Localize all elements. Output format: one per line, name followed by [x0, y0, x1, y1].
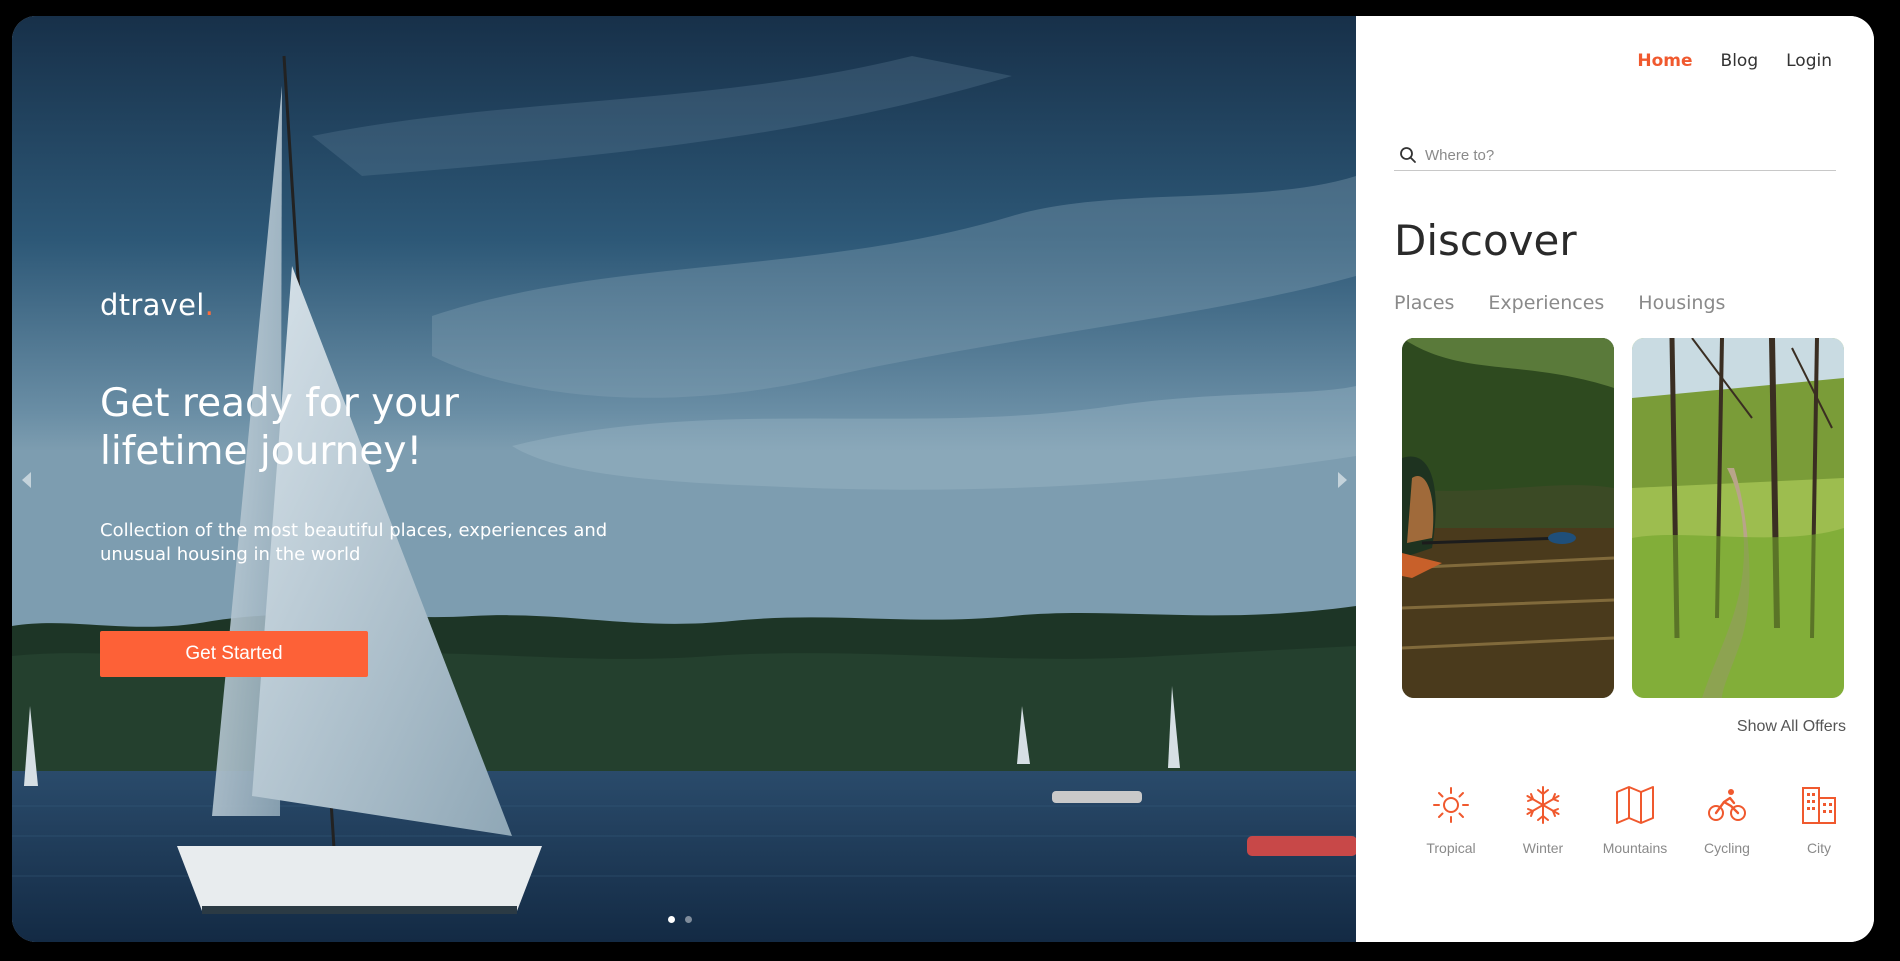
tab-experiences[interactable]: Experiences [1488, 292, 1604, 314]
category-label: Winter [1522, 840, 1564, 856]
category-city[interactable]: City [1784, 784, 1854, 856]
brand-name: dtravel [100, 288, 205, 322]
slider-dots [668, 916, 692, 923]
top-nav: Home Blog Login [1637, 51, 1832, 71]
category-tropical[interactable]: Tropical [1416, 784, 1486, 856]
hero-section: dtravel. Get ready for your lifetime jou… [12, 16, 1356, 942]
kayak-image [1402, 338, 1614, 698]
category-label: Tropical [1426, 840, 1476, 856]
app-frame: dtravel. Get ready for your lifetime jou… [12, 16, 1874, 942]
hero-headline: Get ready for your lifetime journey! [100, 381, 459, 474]
nav-blog-link[interactable]: Blog [1721, 51, 1759, 71]
category-label: Cycling [1704, 840, 1750, 856]
nav-login-link[interactable]: Login [1786, 51, 1832, 71]
category-winter[interactable]: Winter [1508, 784, 1578, 856]
discover-panel: Home Blog Login Discover Places Experien… [1356, 16, 1874, 942]
nav-home-link[interactable]: Home [1637, 51, 1692, 71]
brand-dot: . [204, 288, 215, 322]
tab-housings[interactable]: Housings [1638, 292, 1725, 314]
slider-next-icon[interactable] [1338, 472, 1347, 488]
discover-title: Discover [1394, 216, 1577, 265]
brand-logo[interactable]: dtravel. [100, 288, 214, 322]
category-mountains[interactable]: Mountains [1600, 784, 1670, 856]
search-icon [1400, 147, 1416, 163]
category-label: Mountains [1602, 840, 1668, 856]
slider-prev-icon[interactable] [22, 472, 31, 488]
category-cycling[interactable]: Cycling [1692, 784, 1762, 856]
category-list: Tropical Winter Mountains Cycling City [1416, 784, 1854, 856]
cyclist-icon [1708, 789, 1746, 821]
building-icon [1802, 787, 1836, 824]
get-started-button[interactable]: Get Started [100, 631, 368, 677]
map-icon [1616, 786, 1654, 824]
discover-tabs: Places Experiences Housings [1394, 292, 1725, 314]
slider-dot-2[interactable] [685, 916, 692, 923]
search-input[interactable] [1423, 145, 1827, 165]
tab-places[interactable]: Places [1394, 292, 1454, 314]
hero-subline: Collection of the most beautiful places,… [100, 520, 608, 565]
category-label: City [1806, 840, 1832, 856]
hero-background-image [12, 16, 1356, 942]
slider-dot-1[interactable] [668, 916, 675, 923]
offer-card-kayak[interactable] [1402, 338, 1614, 698]
forest-trail-image [1632, 338, 1844, 698]
snowflake-icon [1526, 786, 1560, 824]
offer-card-forest[interactable] [1632, 338, 1844, 698]
search-bar [1394, 140, 1836, 171]
sun-icon [1433, 787, 1469, 823]
show-all-offers-link[interactable]: Show All Offers [1737, 718, 1846, 736]
